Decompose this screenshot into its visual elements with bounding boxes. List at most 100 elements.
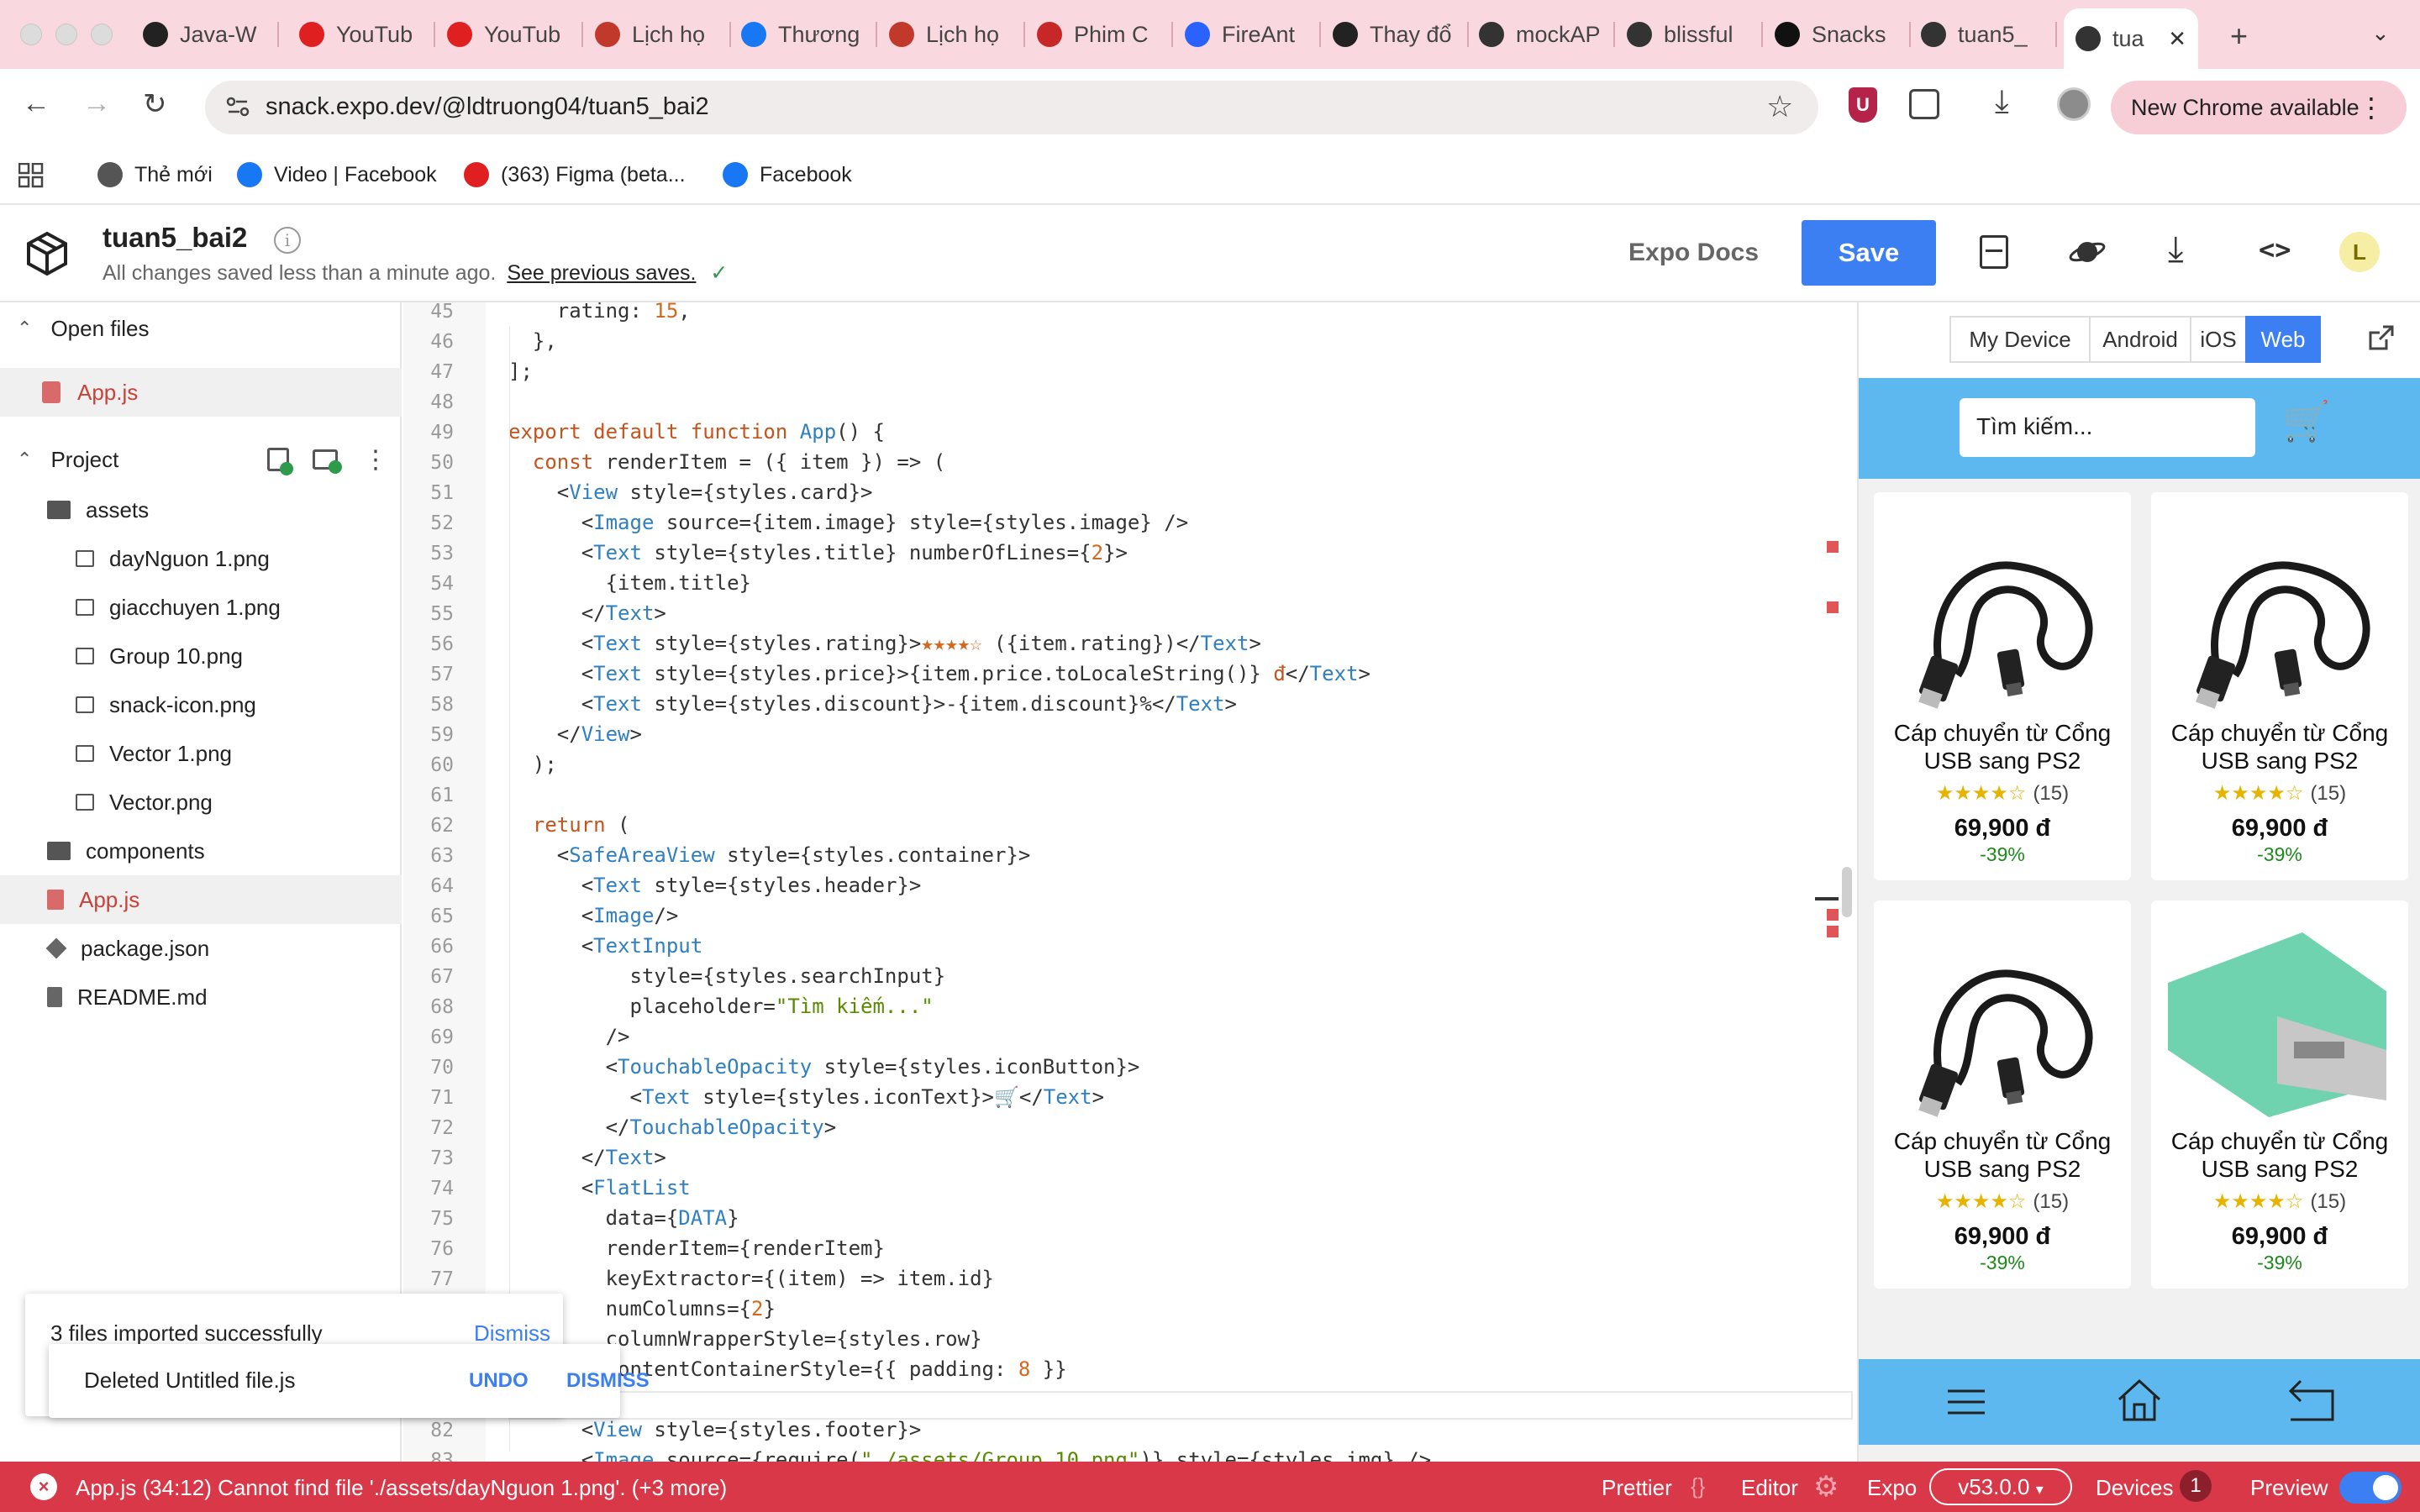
code-line[interactable]: return ( <box>508 813 630 837</box>
browser-tab[interactable]: YouTub <box>287 8 435 60</box>
code-line[interactable]: <Image/> <box>508 904 679 927</box>
devices-label[interactable]: Devices <box>2096 1475 2173 1501</box>
new-tab-icon[interactable]: + <box>2230 18 2248 54</box>
snack-logo-icon[interactable] <box>24 230 71 277</box>
browser-tab[interactable]: Thương <box>729 8 877 60</box>
back-icon[interactable]: ← <box>22 87 50 120</box>
product-card[interactable]: Cáp chuyển từ Cổng USB sang PS2 ★★★★☆ (15)… <box>1874 900 2131 1289</box>
editor-scrollbar[interactable] <box>1842 867 1852 917</box>
code-line[interactable]: <View style={styles.footer}> <box>508 1418 922 1441</box>
prettier-braces-icon[interactable]: {} <box>1691 1473 1705 1499</box>
new-folder-icon[interactable] <box>313 449 342 474</box>
browser-tab[interactable]: tuan5_ <box>1909 8 2057 60</box>
publish-planet-icon[interactable] <box>2069 234 2106 270</box>
project-section[interactable]: ⌃ Project ⋮ <box>0 435 402 484</box>
save-button[interactable]: Save <box>1802 220 1936 286</box>
more-options-icon[interactable]: ⋮ <box>363 445 388 475</box>
code-line[interactable]: <View style={styles.card}> <box>508 480 873 504</box>
embed-code-icon[interactable]: <> <box>2259 234 2291 265</box>
open-file-item[interactable]: App.js <box>0 368 402 417</box>
code-line[interactable]: <Text style={styles.price}>{item.price.t… <box>508 662 1370 685</box>
profile-avatar[interactable] <box>2057 87 2091 121</box>
browser-tab[interactable]: Lịch họ <box>877 8 1025 60</box>
preview-tab-android[interactable]: Android <box>2089 316 2191 363</box>
code-line[interactable]: ]; <box>508 360 533 383</box>
code-line[interactable]: </Text> <box>508 1146 666 1169</box>
code-line[interactable]: const renderItem = ({ item }) => ( <box>508 450 945 474</box>
download-project-icon[interactable]: ⤓ <box>2168 228 2184 270</box>
code-line[interactable]: {item.title} <box>508 571 751 595</box>
user-avatar[interactable]: L <box>2339 232 2380 272</box>
tree-item-image[interactable]: dayNguon 1.png <box>0 534 402 583</box>
project-name[interactable]: tuan5_bai2 <box>103 222 247 254</box>
code-line[interactable]: </Text> <box>508 601 666 625</box>
code-line[interactable]: keyExtractor={(item) => item.id} <box>508 1267 994 1290</box>
browser-tab[interactable]: tua ✕ <box>2064 8 2198 69</box>
tree-item-image[interactable]: snack-icon.png <box>0 680 402 729</box>
dismiss-delete-button[interactable]: DISMISS <box>566 1369 650 1393</box>
code-line[interactable]: <Image source={item.image} style={styles… <box>508 511 1188 534</box>
bookmark-item[interactable]: Facebook <box>723 160 852 190</box>
code-line[interactable]: ); <box>508 753 557 776</box>
browser-tab[interactable]: Snacks <box>1763 8 1911 60</box>
bookmark-item[interactable]: (363) Figma (beta... <box>464 160 686 190</box>
code-line[interactable]: <FlatList <box>508 1176 691 1200</box>
preview-tab-my-device[interactable]: My Device <box>1949 316 2091 363</box>
prettier-label[interactable]: Prettier <box>1602 1475 1672 1501</box>
browser-tab[interactable]: Thay đổ <box>1321 8 1469 60</box>
info-icon[interactable]: i <box>274 227 301 254</box>
apps-grid-icon[interactable] <box>18 162 44 188</box>
tree-item-image[interactable]: Vector 1.png <box>0 729 402 778</box>
browser-tab[interactable]: Lịch họ <box>583 8 731 60</box>
code-line[interactable]: </TouchableOpacity> <box>508 1116 837 1139</box>
code-line[interactable]: rating: 15, <box>508 302 691 323</box>
site-info-icon[interactable] <box>224 92 252 121</box>
code-editor[interactable]: 45 46 47 48 49 50 51 52 53 54 55 56 57 58 59 60 61 62 63 64… <box>403 302 1857 1462</box>
code-line[interactable]: data={DATA} <box>508 1206 739 1230</box>
code-line[interactable]: renderItem={renderItem} <box>508 1236 885 1260</box>
undo-button[interactable]: UNDO <box>469 1369 529 1393</box>
ublock-extension-icon[interactable]: U <box>1849 87 1877 123</box>
back-nav-icon[interactable] <box>2288 1378 2336 1423</box>
gear-icon[interactable]: ⚙ <box>1813 1470 1839 1504</box>
tree-item-folder[interactable]: assets <box>0 486 402 534</box>
menu-icon[interactable] <box>1946 1388 1986 1416</box>
tab-search-chevron-icon[interactable]: ⌄ <box>2371 20 2390 46</box>
download-icon[interactable]: ⤓ <box>1995 84 2009 120</box>
product-card[interactable]: Cáp chuyển từ Cổng USB sang PS2 ★★★★☆ (15)… <box>2151 492 2408 880</box>
window-minimize-button[interactable] <box>55 24 77 45</box>
browser-tab[interactable]: Java-W <box>131 8 279 60</box>
editor-label[interactable]: Editor <box>1741 1475 1798 1501</box>
code-line[interactable]: <Image source={require("./assets/Group 1… <box>508 1448 1431 1462</box>
code-line[interactable]: export default function App() { <box>508 420 885 444</box>
preview-label[interactable]: Preview <box>2250 1475 2328 1501</box>
cart-icon[interactable]: 🛒 <box>2282 398 2330 444</box>
window-close-button[interactable] <box>20 24 42 45</box>
search-input[interactable]: Tìm kiếm... <box>1960 398 2255 457</box>
address-bar[interactable]: snack.expo.dev/@ldtruong04/tuan5_bai2 ☆ <box>205 81 1818 134</box>
bookmark-item[interactable]: Thẻ mới <box>97 160 213 190</box>
expo-docs-link[interactable]: Expo Docs <box>1628 239 1759 267</box>
see-previous-saves-link[interactable]: See previous saves. <box>507 261 696 285</box>
forward-icon[interactable]: → <box>82 87 111 120</box>
tree-item-pkg[interactable]: package.json <box>0 924 402 973</box>
preview-tab-ios[interactable]: iOS <box>2190 316 2247 363</box>
code-line[interactable]: <TouchableOpacity style={styles.iconButt… <box>508 1055 1140 1079</box>
tree-item-image[interactable]: Group 10.png <box>0 632 402 680</box>
browser-tab[interactable]: FireAnt <box>1173 8 1321 60</box>
code-line[interactable]: <TextInput <box>508 934 703 958</box>
code-line[interactable]: placeholder="Tìm kiếm..." <box>508 995 933 1018</box>
preview-tab-web[interactable]: Web <box>2245 316 2321 363</box>
window-zoom-button[interactable] <box>91 24 113 45</box>
code-line[interactable]: <Text style={styles.title} numberOfLines… <box>508 541 1128 564</box>
product-card[interactable]: Cáp chuyển từ Cổng USB sang PS2 ★★★★☆ (15)… <box>2151 900 2408 1289</box>
extensions-puzzle-icon[interactable] <box>1909 89 1939 119</box>
home-icon[interactable] <box>2116 1378 2163 1423</box>
bookmark-star-icon[interactable]: ☆ <box>1766 89 1793 124</box>
code-line[interactable]: }, <box>508 329 557 353</box>
product-card[interactable]: Cáp chuyển từ Cổng USB sang PS2 ★★★★☆ (15)… <box>1874 492 2131 880</box>
code-line[interactable]: <Text style={styles.iconText}>🛒</Text> <box>508 1085 1104 1109</box>
preview-toggle[interactable] <box>2339 1472 2402 1504</box>
code-line[interactable]: /> <box>508 1025 630 1048</box>
open-external-icon[interactable] <box>2368 324 2395 351</box>
